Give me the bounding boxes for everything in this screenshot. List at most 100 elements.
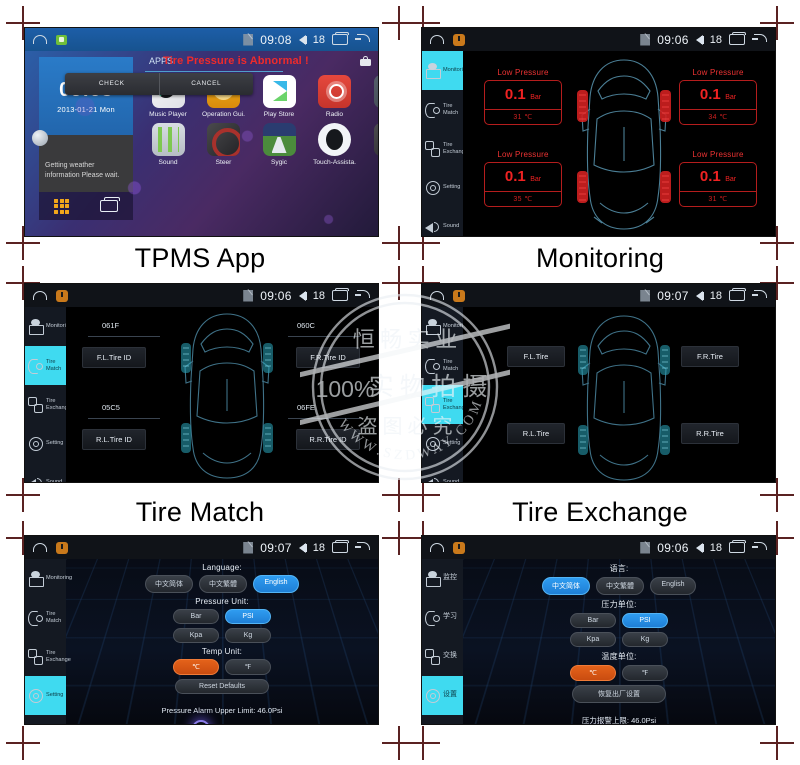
back-icon[interactable] <box>355 34 370 45</box>
volume-icon[interactable] <box>695 290 704 301</box>
sidebar-item-sound[interactable]: Sound <box>422 463 463 482</box>
recents-icon[interactable] <box>729 32 746 45</box>
back-icon[interactable] <box>752 542 767 553</box>
lock-icon[interactable] <box>360 56 371 66</box>
sidebar-item-setting[interactable]: Setting <box>422 424 463 463</box>
slider-knob[interactable] <box>191 720 210 724</box>
recents-icon[interactable] <box>99 197 120 212</box>
volume-icon[interactable] <box>298 542 307 553</box>
pressure-option-bar[interactable]: Bar <box>173 609 219 624</box>
sidebar-item-monitoring-zh[interactable]: 监控 <box>422 559 463 598</box>
pressure-option-kg[interactable]: Kg <box>225 628 271 643</box>
power-icon[interactable] <box>453 541 465 554</box>
app-tpms[interactable]: TPMS <box>365 123 378 166</box>
recents-icon[interactable] <box>332 32 349 45</box>
tire-id-button-front-right[interactable]: F.R.Tire ID <box>296 347 360 368</box>
language-option-english[interactable]: English <box>650 577 696 595</box>
back-icon[interactable] <box>752 290 767 301</box>
back-icon[interactable] <box>355 542 370 553</box>
sidebar-item-monitoring[interactable]: Monitoring <box>25 559 72 598</box>
language-option-zh-hant[interactable]: 中文繁體 <box>596 577 644 595</box>
sidebar-item-setting-zh[interactable]: 设置 <box>422 676 463 715</box>
sidebar-item-setting[interactable]: Setting <box>25 424 66 463</box>
home-icon[interactable] <box>430 543 444 552</box>
recents-icon[interactable] <box>729 540 746 553</box>
volume-icon[interactable] <box>298 290 307 301</box>
back-icon[interactable] <box>752 34 767 45</box>
recents-icon[interactable] <box>332 288 349 301</box>
app-steer[interactable]: Steer <box>199 123 249 166</box>
sidebar-item-monitoring[interactable]: Monitoring <box>422 51 469 90</box>
tire-id-button-front-left[interactable]: F.L.Tire ID <box>82 347 146 368</box>
sidebar-item-monitoring[interactable]: Monitoring <box>422 307 469 346</box>
temp-option-celsius[interactable]: ℃ <box>570 665 616 681</box>
back-icon[interactable] <box>355 290 370 301</box>
tire-button-front-right[interactable]: F.R.Tire <box>681 346 739 367</box>
power-icon[interactable] <box>56 289 68 302</box>
sidebar-item-sound-zh[interactable]: 声音 <box>422 715 463 724</box>
sidebar-item-sound[interactable]: Sound <box>25 715 66 724</box>
language-option-zh-hant[interactable]: 中文繁體 <box>199 575 247 593</box>
pressure-option-psi[interactable]: PSI <box>225 609 271 624</box>
home-screen: 09:08 2013-01-21 Mon Getting weather inf… <box>25 51 378 236</box>
sidebar-item-tire-match[interactable]: Tire Match <box>422 346 463 385</box>
language-option-zh-hans[interactable]: 中文简体 <box>145 575 193 593</box>
widget-handle[interactable] <box>32 130 48 146</box>
app-radio[interactable]: Radio <box>310 75 360 118</box>
tire-button-rear-right[interactable]: R.R.Tire <box>681 423 739 444</box>
app-touch-assistant[interactable]: Touch-Assista. <box>310 123 360 166</box>
sidebar-item-tire-match[interactable]: Tire Match <box>25 346 66 385</box>
sidebar-item-tire-exchange[interactable]: Tire Exchange <box>25 637 71 676</box>
sidebar-item-monitoring[interactable]: Monitoring <box>25 307 72 346</box>
sidebar-item-tire-exchange[interactable]: Tire Exchange <box>422 385 468 424</box>
reset-defaults-button[interactable]: 恢复出厂设置 <box>572 685 666 703</box>
pressure-option-kpa[interactable]: Kpa <box>173 628 219 643</box>
app-sygic[interactable]: Sygic <box>254 123 304 166</box>
check-button[interactable]: CHECK <box>65 73 159 95</box>
home-icon[interactable] <box>33 543 47 552</box>
power-icon[interactable] <box>56 541 68 554</box>
sidebar-item-setting[interactable]: Setting <box>422 168 463 207</box>
power-icon[interactable] <box>453 289 465 302</box>
reset-defaults-button[interactable]: Reset Defaults <box>175 679 269 694</box>
app-sound[interactable]: Sound <box>143 123 193 166</box>
sidebar-item-tire-match[interactable]: Tire Match <box>25 598 66 637</box>
sidebar-item-sound[interactable]: Sound <box>422 207 463 236</box>
pressure-option-kg[interactable]: Kg <box>622 632 668 647</box>
pressure-option-bar[interactable]: Bar <box>570 613 616 628</box>
tire-button-front-left[interactable]: F.L.Tire <box>507 346 565 367</box>
home-icon[interactable] <box>430 35 444 44</box>
home-icon[interactable] <box>430 291 444 300</box>
status-time: 09:06 <box>260 288 292 303</box>
sidebar-item-tire-exchange[interactable]: Tire Exchange <box>422 129 468 168</box>
volume-icon[interactable] <box>695 34 704 45</box>
sidebar-item-setting[interactable]: Setting <box>25 676 66 715</box>
recents-icon[interactable] <box>729 288 746 301</box>
apps-icon[interactable] <box>56 34 67 45</box>
volume-icon[interactable] <box>695 542 704 553</box>
temp-option-fahrenheit[interactable]: ℉ <box>622 665 668 681</box>
home-icon[interactable] <box>33 35 47 44</box>
app-drawer-icon[interactable] <box>54 198 70 214</box>
tire-button-rear-left[interactable]: R.L.Tire <box>507 423 565 444</box>
home-icon[interactable] <box>33 291 47 300</box>
sidebar-item-tire-exchange-zh[interactable]: 交换 <box>422 637 463 676</box>
recents-icon[interactable] <box>332 540 349 553</box>
pressure-option-kpa[interactable]: Kpa <box>570 632 616 647</box>
pressure-option-psi[interactable]: PSI <box>622 613 668 628</box>
temp-option-fahrenheit[interactable]: ℉ <box>225 659 271 675</box>
cancel-button[interactable]: CANCEL <box>158 73 254 95</box>
tire-id-button-rear-left[interactable]: R.L.Tire ID <box>82 429 146 450</box>
power-icon[interactable] <box>453 33 465 46</box>
sidebar-item-tire-exchange[interactable]: Tire Exchange <box>25 385 71 424</box>
volume-icon[interactable] <box>298 34 307 45</box>
language-option-english[interactable]: English <box>253 575 299 593</box>
tire-id-button-rear-right[interactable]: R.R.Tire ID <box>296 429 360 450</box>
language-option-zh-hans[interactable]: 中文简体 <box>542 577 590 595</box>
sidebar-item-tire-match[interactable]: Tire Match <box>422 90 463 129</box>
app-settings[interactable]: Settings <box>365 75 378 118</box>
app-play-store[interactable]: Play Store <box>254 75 304 118</box>
sidebar-item-tire-match-zh[interactable]: 学习 <box>422 598 463 637</box>
sidebar-item-sound[interactable]: Sound <box>25 463 66 482</box>
temp-option-celsius[interactable]: ℃ <box>173 659 219 675</box>
